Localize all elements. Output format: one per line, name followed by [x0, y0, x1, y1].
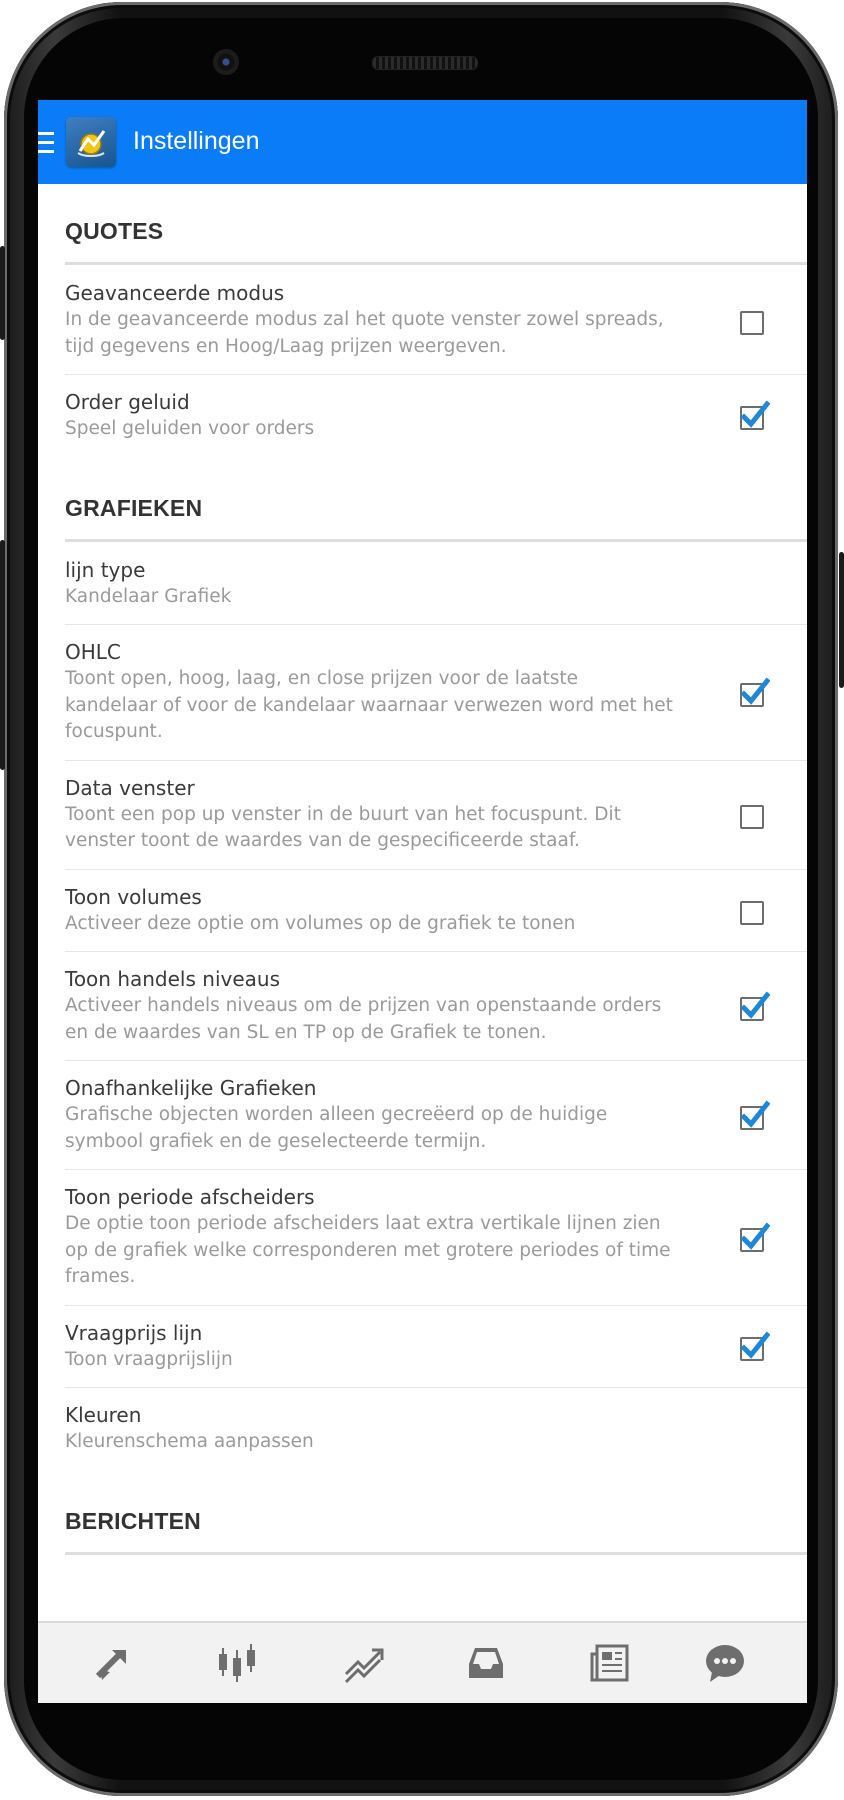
setting-description-line: Kandelaar Grafiek	[65, 585, 232, 607]
quotes-arrows-icon[interactable]	[90, 1640, 136, 1686]
hamburger-menu-icon[interactable]	[38, 132, 54, 154]
setting-description-line: In de geavanceerde modus zal het quote v…	[65, 309, 664, 330]
setting-title: Onafhankelijke Grafieken	[65, 1076, 317, 1100]
checkbox-checked[interactable]	[740, 400, 770, 431]
setting-description-line: Toont een pop up venster in de buurt van…	[65, 803, 621, 825]
side-button-left	[0, 540, 5, 770]
setting-description-line: venster toont de waardes van de gespecif…	[65, 830, 580, 851]
front-camera	[213, 49, 239, 75]
setting-title: Geavanceerde modus	[65, 281, 285, 305]
setting-description-line: frames.	[65, 1266, 136, 1287]
setting-description: Grafische objecten worden alleen gecreëe…	[65, 1102, 705, 1155]
setting-description: De optie toon periode afscheiders laat e…	[65, 1211, 705, 1291]
setting-title: Kleuren	[65, 1403, 142, 1427]
checkmark-icon	[740, 1222, 770, 1250]
news-icon[interactable]	[588, 1640, 634, 1686]
app-logo-icon	[66, 117, 116, 167]
checkbox-unchecked[interactable]	[740, 310, 764, 335]
section-header-berichten: BERICHTEN	[65, 1507, 201, 1534]
setting-title: OHLC	[65, 640, 121, 664]
checkmark-icon	[740, 1099, 770, 1128]
setting-title: lijn type	[65, 557, 146, 582]
inbox-tray-icon[interactable]	[463, 1640, 509, 1686]
setting-description: Toon vraagprijslijn	[65, 1347, 705, 1374]
setting-title: Vraagprijs lijn	[65, 1320, 203, 1345]
checkbox-unchecked[interactable]	[740, 805, 764, 829]
checkbox-checked[interactable]	[740, 1099, 770, 1130]
checkbox-checked[interactable]	[740, 990, 770, 1021]
setting-description-line: Grafische objecten worden alleen gecreëe…	[65, 1104, 608, 1125]
earpiece-speaker	[372, 56, 478, 70]
setting-description-line: en de waardes van SL en TP op de Grafiek…	[65, 1021, 547, 1043]
setting-description: Toont een pop up venster in de buurt van…	[65, 802, 705, 855]
trade-lines-icon[interactable]	[340, 1640, 386, 1686]
setting-title: Toon handels niveaus	[65, 967, 280, 991]
setting-description-line: Activeer deze optie om volumes op de gra…	[65, 912, 576, 934]
checkmark-icon	[740, 990, 770, 1019]
setting-title: Toon volumes	[65, 884, 202, 909]
candlestick-chart-icon[interactable]	[214, 1640, 260, 1686]
setting-description: Activeer deze optie om volumes op de gra…	[65, 911, 705, 938]
setting-description-line: kandelaar of voor de kandelaar waarnaar …	[65, 694, 673, 716]
setting-description-line: Activeer handels niveaus om de prijzen v…	[65, 995, 662, 1016]
setting-title: Order geluid	[65, 390, 190, 414]
setting-description: Kleurenschema aanpassen	[65, 1429, 705, 1456]
setting-description: In de geavanceerde modus zal het quote v…	[65, 307, 705, 360]
setting-title: Toon periode afscheiders	[65, 1185, 315, 1209]
screen: Instellingen QUOTES Geavanceerde modus In …	[38, 100, 807, 1703]
setting-description-line: Toont open, hoog, laag, en close prijzen…	[65, 668, 579, 689]
checkmark-icon	[740, 400, 770, 428]
setting-description: Toont open, hoog, laag, en close prijzen…	[65, 666, 705, 746]
checkmark-icon	[740, 677, 770, 705]
setting-description-line: op de grafiek welke corresponderen met g…	[65, 1239, 671, 1261]
setting-description-line: Toon vraagprijslijn	[65, 1348, 233, 1370]
checkbox-checked[interactable]	[740, 1331, 770, 1361]
setting-description-line: tijd gegevens en Hoog/Laag prijzen weerg…	[65, 335, 507, 357]
setting-description-line: symbool grafiek en de geselecteerde term…	[65, 1130, 487, 1152]
bottom-navigation	[38, 1621, 807, 1703]
setting-description: Kandelaar Grafiek	[65, 584, 705, 611]
section-divider	[65, 1551, 807, 1555]
setting-title: Data venster	[65, 775, 195, 800]
power-button	[839, 552, 844, 688]
setting-description-line: Speel geluiden voor orders	[65, 418, 315, 439]
checkbox-checked[interactable]	[740, 1222, 770, 1252]
checkbox-unchecked[interactable]	[740, 900, 764, 925]
checkmark-icon	[740, 1331, 770, 1359]
volume-button	[0, 246, 5, 340]
setting-description-line: Kleurenschema aanpassen	[65, 1431, 314, 1452]
section-header-grafieken: GRAFIEKEN	[65, 494, 203, 521]
setting-description: Activeer handels niveaus om de prijzen v…	[65, 993, 705, 1046]
page-title: Instellingen	[133, 127, 260, 155]
settings-list: QUOTES Geavanceerde modus In de geavanceer…	[38, 184, 807, 1621]
app-bar: Instellingen	[38, 100, 807, 184]
section-header-quotes: QUOTES	[65, 218, 164, 244]
setting-description: Speel geluiden voor orders	[65, 416, 705, 443]
setting-description-line: De optie toon periode afscheiders laat e…	[65, 1213, 661, 1234]
chat-bubble-icon[interactable]	[702, 1640, 748, 1686]
setting-description-line: focuspunt.	[65, 721, 163, 742]
checkbox-checked[interactable]	[740, 677, 770, 707]
